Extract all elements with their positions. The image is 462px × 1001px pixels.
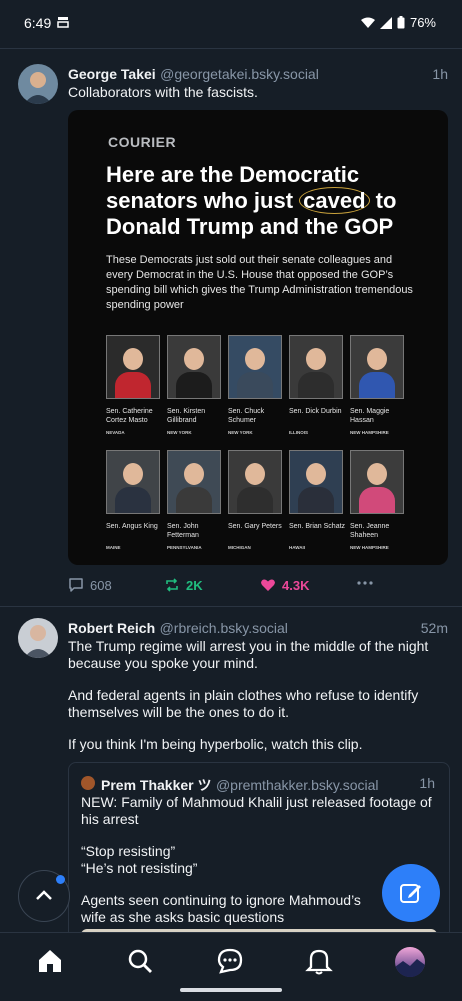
nav-chat[interactable] [216,947,246,977]
like-count: 4.3K [282,577,310,593]
senator-state: NEW YORK [167,430,192,435]
senator-name: Sen. Kirsten Gillibrand [167,408,206,424]
compose-button[interactable] [382,864,440,922]
nav-notifications[interactable] [305,947,335,977]
post-time: 52m [420,620,448,636]
like-button[interactable]: 4.3K [260,577,309,593]
author-handle[interactable]: @georgetakei.bsky.social [160,66,319,82]
reply-count: 608 [90,577,112,593]
senator-name: Sen. Jeanne Shaheen [350,523,390,539]
senator-name: Sen. Brian Schatz [289,523,346,530]
new-posts-indicator [56,875,65,884]
post-text-paragraph-1: The Trump regime will arrest you in the … [68,638,429,671]
battery-icon [397,16,405,29]
avatar[interactable] [18,618,58,658]
more-button[interactable] [356,575,374,591]
home-icon [39,950,61,972]
author-name[interactable]: George Takei [68,66,156,82]
senator-photo [167,335,221,399]
repost-button[interactable]: 2K [164,577,203,593]
nav-search[interactable] [126,947,156,977]
brand-logo: COURIER [108,134,177,150]
signal-icon [379,16,392,29]
gesture-bar [180,988,282,992]
quote-text-3: Agents seen continuing to ignore Mahmoud… [81,892,361,925]
senator-state: NEVADA [106,430,125,435]
senator-state: NEW YORK [228,430,253,435]
quote-time: 1h [419,775,435,791]
senator-name: Sen. Maggie Hassan [350,408,390,424]
battery-percent: 76% [409,15,436,30]
scroll-to-top-button[interactable] [18,870,70,922]
quote-text-1: NEW: Family of Mahmoud Khalil just relea… [81,794,432,827]
senator-state: NEW HAMPSHIRE [350,545,389,550]
status-time: 6:49 [24,15,52,31]
senator-name: Sen. Dick Durbin [289,408,342,415]
search-icon [128,949,152,973]
reply-button[interactable]: 608 [68,577,112,593]
nav-profile-avatar[interactable] [395,947,425,977]
author-handle[interactable]: @rbreich.bsky.social [160,620,288,636]
senator-state: NEW HAMPSHIRE [350,430,389,435]
senator-photo [167,450,221,514]
bell-icon [305,949,333,975]
repost-count: 2K [186,577,203,593]
wifi-icon [360,17,375,28]
senator-name: Sen. Catherine Cortez Masto [106,408,153,424]
senator-state: PENNSYLVANIA [167,545,202,550]
graphic-subhead: These Democrats just sold out their sena… [106,254,413,311]
quote-handle[interactable]: @premthakker.bsky.social [216,777,379,793]
chat-icon [217,948,243,974]
chevron-up-icon [36,890,52,900]
comment-icon [69,578,83,592]
post-divider [0,606,462,607]
post-time: 1h [432,66,448,82]
post-text: Collaborators with the fascists. [68,84,258,100]
senator-photo [228,335,282,399]
compose-icon [400,884,421,903]
senator-photo [228,450,282,514]
senator-name: Sen. Gary Peters [228,523,282,530]
notification-icon [57,17,69,28]
senator-state: MAINE [106,545,121,550]
top-divider [0,48,462,49]
heart-icon [261,579,275,591]
post-text-paragraph-3: If you think I'm being hyperbolic, watch… [68,736,363,752]
senator-state: ILLINOIS [289,430,308,435]
senator-state: MICHIGAN [228,545,251,550]
quote-avatar[interactable] [81,776,95,790]
senator-photo [350,450,404,514]
senator-name: Sen. Angus King [106,523,158,530]
quote-text-2a: “Stop resisting” [81,843,176,859]
post-text-paragraph-2: And federal agents in plain clothes who … [68,687,419,720]
senator-photo [106,450,160,514]
avatar[interactable] [18,64,58,104]
repost-icon [166,578,178,592]
senator-state: HAWAII [289,545,306,550]
graphic-headline: Here are the Democratic senators who jus… [106,162,397,239]
quote-text-2b: “He’s not resisting” [81,860,198,876]
senator-photo [289,450,343,514]
senator-photo [106,335,160,399]
embedded-image[interactable]: COURIER Here are the Democratic senators… [68,110,448,565]
senator-photo [289,335,343,399]
senator-name: Sen. John Fetterman [167,523,199,539]
author-name[interactable]: Robert Reich [68,620,155,636]
more-icon [357,581,373,585]
nav-home[interactable] [36,947,66,977]
quoted-post[interactable]: Prem Thakker ツ @premthakker.bsky.social … [68,762,450,954]
senator-photo [350,335,404,399]
status-right: 76% [360,15,436,30]
post-actions: 608 2K 4.3K [68,577,448,593]
status-bar: 6:49 76% [0,0,462,46]
senator-name: Sen. Chuck Schumer [228,408,265,424]
quote-author[interactable]: Prem Thakker ツ [101,777,212,793]
